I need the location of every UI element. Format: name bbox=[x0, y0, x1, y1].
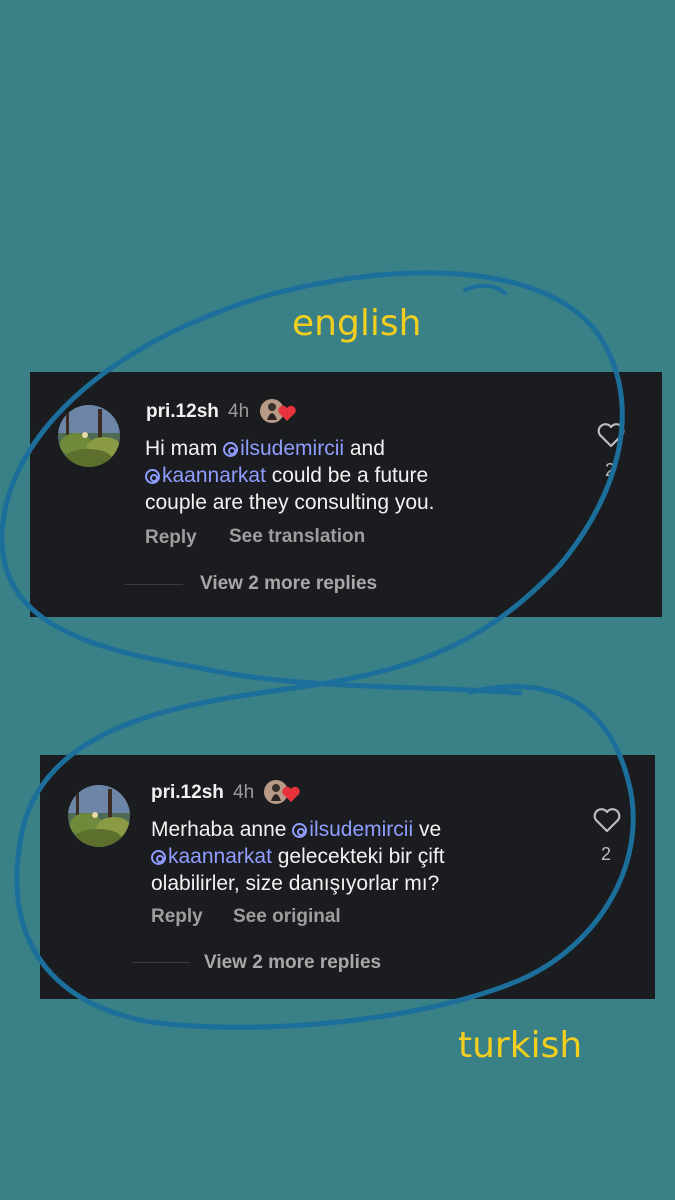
hand-drawn-circle-annotation bbox=[0, 270, 636, 1030]
